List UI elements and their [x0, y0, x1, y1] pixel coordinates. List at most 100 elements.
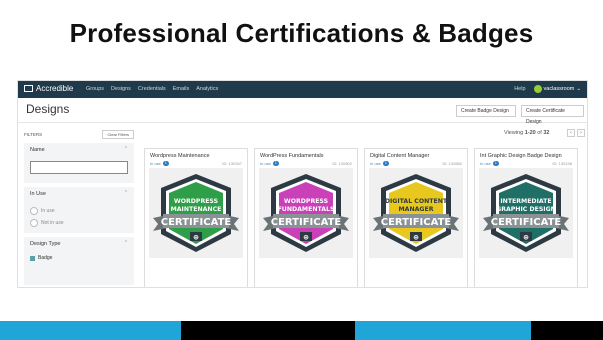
- emblem-icon: ⊕: [193, 234, 199, 242]
- nav-analytics[interactable]: Analytics: [196, 86, 218, 92]
- in-use-count: 1: [492, 161, 499, 166]
- badge-checkbox[interactable]: Badge: [30, 255, 128, 261]
- ribbon-text: CERTIFICATE: [161, 217, 232, 228]
- prev-page-button[interactable]: ‹: [567, 129, 575, 137]
- badge-line2: FUNDAMENTALS: [278, 206, 335, 213]
- create-badge-design-button[interactable]: Create Badge Design: [456, 105, 516, 117]
- emblem-icon: ⊕: [303, 234, 309, 242]
- name-filter: Name ⌃: [24, 143, 134, 183]
- badge-thumbnail[interactable]: WORDPRESS MAINTENANCE CERTIFICATE ⊕: [149, 168, 243, 258]
- in-use-status: In use 1: [260, 161, 279, 166]
- notinuse-radio[interactable]: Not in use: [30, 219, 128, 227]
- checkbox-icon: [30, 255, 35, 261]
- badge-thumbnail[interactable]: WORDPRESS FUNDAMENTALS CERTIFICATE ⊕: [259, 168, 353, 258]
- badge-thumbnail[interactable]: DIGITAL CONTENT MANAGER CERTIFICATE ⊕: [369, 168, 463, 258]
- badge-line1: DIGITAL CONTENT: [385, 198, 448, 205]
- in-use-label: In use: [480, 161, 491, 166]
- page-title: Designs: [26, 102, 70, 116]
- emblem-icon: ⊕: [523, 234, 529, 242]
- badge-image: WORDPRESSFUNDAMENTALS CERTIFICATE ⊕: [263, 174, 349, 252]
- inuse-filter: In Use ⌃ In use Not in use: [24, 187, 134, 233]
- badge-line2: GRAPHIC DESIGN: [496, 206, 556, 213]
- chevron-up-icon[interactable]: ⌃: [124, 146, 128, 152]
- footer-bar-cyan: [355, 321, 531, 340]
- ribbon-text: CERTIFICATE: [491, 217, 562, 228]
- radio-icon: [30, 207, 38, 215]
- badge-image: WORDPRESSMAINTENANCE CERTIFICATE ⊕: [153, 174, 239, 252]
- user-name: vaclassroom: [543, 86, 575, 92]
- badge-line2: MAINTENANCE: [171, 206, 222, 213]
- in-use-status: In use 1: [150, 161, 169, 166]
- badge-line1: WORDPRESS: [284, 198, 328, 205]
- design-id: ID: 130880: [442, 161, 462, 166]
- badge-line2: MANAGER: [399, 206, 434, 213]
- design-id: ID: 130347: [222, 161, 242, 166]
- nav-designs[interactable]: Designs: [111, 86, 131, 92]
- in-use-label: In use: [150, 161, 161, 166]
- footer-bar-cyan: [0, 321, 181, 340]
- card-title: Wordpress Maintenance: [150, 153, 210, 159]
- design-card[interactable]: Digital Content Manager In use 1 ID: 130880…: [364, 148, 468, 287]
- filters-label: FILTERS: [24, 131, 43, 137]
- logo-icon: [24, 85, 33, 92]
- viewing-total: 32: [543, 130, 550, 136]
- help-link[interactable]: Help: [514, 86, 525, 92]
- ribbon-text: CERTIFICATE: [381, 217, 452, 228]
- in-use-count: 1: [272, 161, 279, 166]
- emblem-icon: ⊕: [413, 234, 419, 242]
- clear-filters-button[interactable]: Clear Filters: [102, 129, 134, 139]
- inuse-radio[interactable]: In use: [30, 207, 128, 215]
- nav-emails[interactable]: Emails: [173, 86, 190, 92]
- design-type-label: Design Type: [30, 241, 61, 247]
- logo-text: Accredible: [36, 84, 74, 93]
- card-title: Int Graphic Design Badge Design: [480, 153, 562, 159]
- badge-thumbnail[interactable]: INTERMEDIATE GRAPHIC DESIGN CERTIFICATE ⊕: [479, 168, 573, 258]
- nav-credentials[interactable]: Credentials: [138, 86, 166, 92]
- in-use-status: In use 1: [480, 161, 499, 166]
- in-use-count: 1: [382, 161, 389, 166]
- in-use-count: 1: [162, 161, 169, 166]
- badge-image: INTERMEDIATEGRAPHIC DESIGN CERTIFICATE ⊕: [483, 174, 569, 252]
- name-filter-input[interactable]: [30, 161, 128, 174]
- pagination-info: Viewing 1-20 of 32: [504, 130, 550, 136]
- card-title: WordPress Fundamentals: [260, 153, 324, 159]
- chevron-down-icon: ⌄: [576, 86, 581, 92]
- filters-sidebar: FILTERS Clear Filters Name ⌃ In Use ⌃ In…: [24, 129, 134, 287]
- footer-bar-black: [531, 321, 603, 340]
- in-use-status: In use 1: [370, 161, 389, 166]
- user-menu[interactable]: vaclassroom ⌄: [533, 85, 581, 93]
- design-card[interactable]: WordPress Fundamentals In use 1 ID: 130802 W…: [254, 148, 358, 287]
- top-nav: Accredible Groups Designs Credentials Em…: [18, 81, 587, 98]
- avatar: [533, 85, 542, 93]
- badge-line1: WORDPRESS: [174, 198, 218, 205]
- next-page-button[interactable]: ›: [577, 129, 585, 137]
- badge-checkbox-label: Badge: [38, 255, 53, 261]
- design-id: ID: 130802: [332, 161, 352, 166]
- name-filter-label: Name: [30, 147, 45, 153]
- chevron-up-icon[interactable]: ⌃: [124, 190, 128, 196]
- viewing-range: 1-20: [524, 130, 536, 136]
- inuse-radio-label: In use: [41, 208, 55, 214]
- card-title: Digital Content Manager: [370, 153, 430, 159]
- badge-line1: INTERMEDIATE: [500, 198, 551, 205]
- app-logo[interactable]: Accredible: [24, 84, 73, 93]
- design-card[interactable]: Int Graphic Design Badge Design In use 1 ID…: [474, 148, 578, 287]
- design-card[interactable]: Wordpress Maintenance In use 1 ID: 130347 WO…: [144, 148, 248, 287]
- slide-title: Professional Certifications & Badges: [69, 18, 534, 48]
- create-certificate-design-button[interactable]: Create Certificate Design: [521, 105, 584, 125]
- radio-icon: [30, 219, 38, 227]
- badge-image: DIGITAL CONTENTMANAGER CERTIFICATE ⊕: [373, 174, 459, 252]
- footer-bar-black: [181, 321, 355, 340]
- in-use-label: In use: [260, 161, 271, 166]
- in-use-label: In use: [370, 161, 381, 166]
- ribbon-text: CERTIFICATE: [271, 217, 342, 228]
- inuse-filter-label: In Use: [30, 191, 46, 197]
- design-id: ID: 130198: [552, 161, 572, 166]
- chevron-up-icon[interactable]: ⌃: [124, 240, 128, 246]
- app-window: Accredible Groups Designs Credentials Em…: [17, 80, 588, 288]
- design-type-filter: Design Type ⌃ Badge: [24, 237, 134, 285]
- page-header: Designs Create Badge Design Create Certi…: [18, 98, 587, 125]
- notinuse-radio-label: Not in use: [41, 220, 64, 226]
- viewing-prefix: Viewing: [504, 130, 525, 136]
- nav-groups[interactable]: Groups: [86, 86, 104, 92]
